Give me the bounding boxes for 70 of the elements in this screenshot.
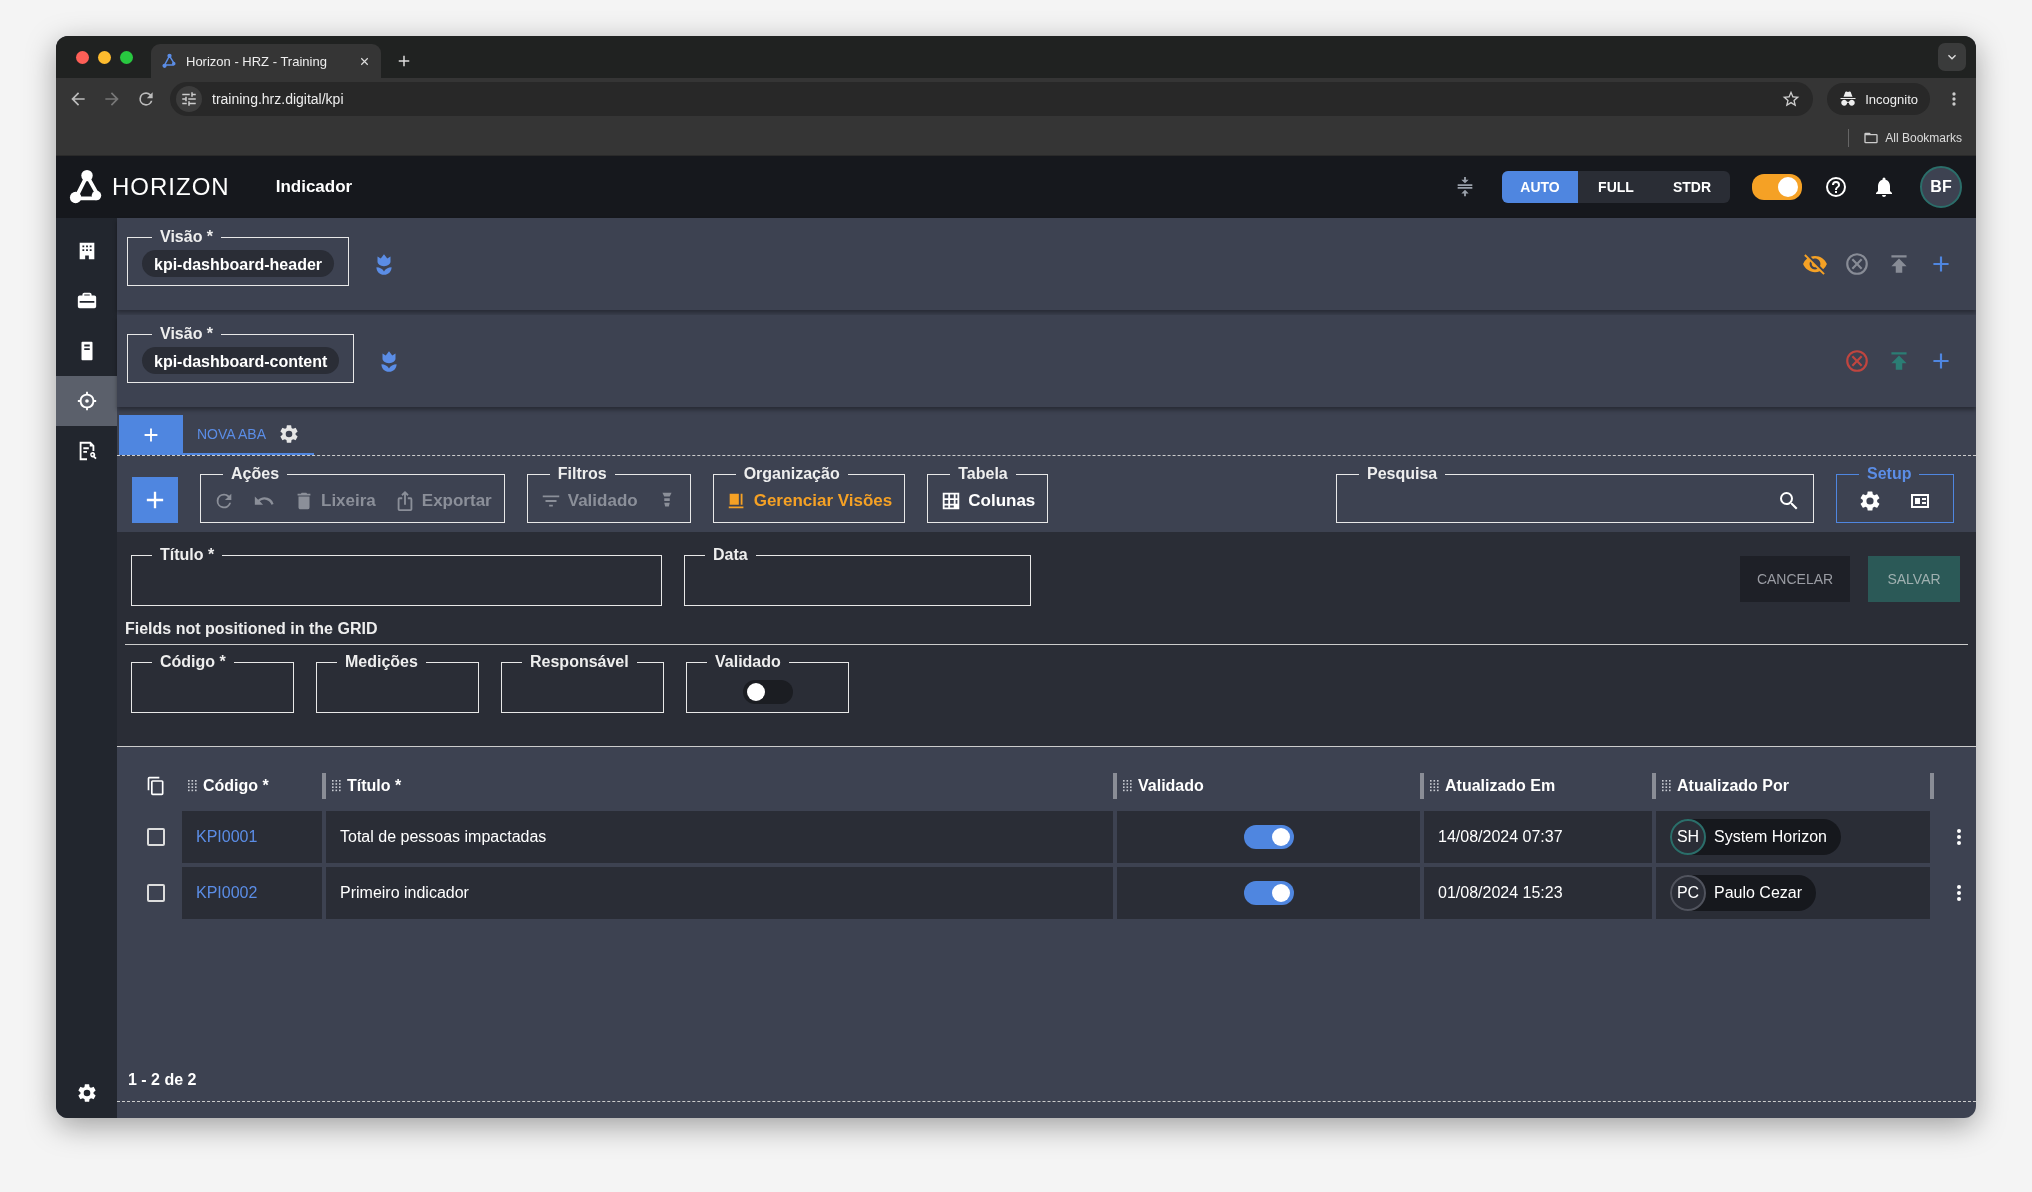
table-cell: Total de pessoas impactadas [326,811,1113,863]
drag-handle-icon[interactable] [188,780,197,792]
toggle-field[interactable]: Validado [686,653,849,713]
code-link[interactable]: KPI0001 [196,828,258,846]
page-title: Indicador [275,177,353,197]
group-label: Tabela [958,465,1008,482]
theme-toggle[interactable] [1752,174,1802,200]
pagination-text: 1 - 2 de 2 [128,1071,198,1089]
settings-icon[interactable] [75,1082,98,1104]
table-cell: 01/08/2024 15:23 [1424,867,1652,919]
address-bar[interactable]: training.hrz.digital/kpi [170,82,1814,116]
toggle-switch[interactable] [1243,825,1294,849]
site-settings-icon[interactable] [176,86,202,112]
settings-icon[interactable] [278,423,300,445]
view-select[interactable]: Visão * kpi-dashboard-content [127,325,355,383]
user-avatar: SH [1670,819,1706,855]
drag-handle-icon[interactable] [1430,780,1439,792]
bookmarks-folder[interactable]: All Bookmarks [1863,129,1962,146]
help-icon[interactable] [1824,175,1848,199]
row-checkbox[interactable] [147,884,165,902]
reload-icon[interactable] [136,89,156,109]
tab-search-button[interactable] [1938,43,1966,71]
toolbar-button[interactable]: Colunas [940,490,1036,512]
table-cell: Primeiro indicador [326,867,1113,919]
search-field[interactable]: Pesquisa [1336,465,1814,523]
sidebar-item[interactable] [56,376,117,426]
mode-tab[interactable]: STDR [1654,171,1730,203]
user-chip: SH System Horizon [1670,819,1841,855]
group-label: Ações [231,465,280,482]
drag-handle-icon[interactable] [1123,780,1132,792]
text-field[interactable]: Medições [316,653,479,713]
settings-icon[interactable] [1858,489,1882,513]
incognito-badge[interactable]: Incognito [1827,83,1930,115]
section-title: Fields not positioned in the GRID [125,606,1968,645]
browser-tab[interactable]: Horizon - HRZ - Training [151,44,381,78]
text-field[interactable]: Código * [131,653,294,713]
text-field[interactable]: Responsável [501,653,664,713]
cancel-button[interactable]: CANCELAR [1740,556,1850,602]
group-label: Filtros [557,465,607,482]
group-label: Organização [743,465,840,482]
toggle-switch[interactable] [742,679,793,704]
crosshair-icon [75,390,98,412]
view-select[interactable]: Visão * kpi-dashboard-header [127,228,350,286]
eye-off-icon[interactable] [1802,251,1828,277]
logo-text: HORIZON [112,173,230,201]
drag-handle-icon[interactable] [1662,780,1671,792]
user-avatar: PC [1670,875,1706,911]
maximize-window-button[interactable] [120,50,133,64]
toolbar-button[interactable]: Gerenciar Visões [725,490,893,512]
user-chip: PC Paulo Cezar [1670,875,1817,911]
mode-tab[interactable]: FULL [1578,171,1654,203]
minimize-window-button[interactable] [98,50,111,64]
text-field[interactable]: Título * [131,546,662,606]
close-window-button[interactable] [76,50,89,64]
select-all-icon[interactable] [146,776,166,796]
mode-tab[interactable]: AUTO [1502,171,1578,203]
user-avatar[interactable]: BF [1920,166,1962,208]
incognito-icon [1839,90,1858,108]
view-chip: kpi-dashboard-content [142,347,340,374]
drag-handle-icon[interactable] [332,780,341,792]
network-logo-icon [161,52,178,70]
toggle-switch[interactable] [1243,881,1294,905]
code-link[interactable]: KPI0002 [196,884,258,902]
add-button[interactable] [132,477,178,523]
text-field[interactable]: Data [684,546,1031,606]
view-chip: kpi-dashboard-header [142,250,335,277]
group-label: Setup [1867,465,1912,482]
row-checkbox[interactable] [147,828,165,846]
table-cell: 14/08/2024 07:37 [1424,811,1652,863]
save-button[interactable]: SALVAR [1868,556,1960,602]
